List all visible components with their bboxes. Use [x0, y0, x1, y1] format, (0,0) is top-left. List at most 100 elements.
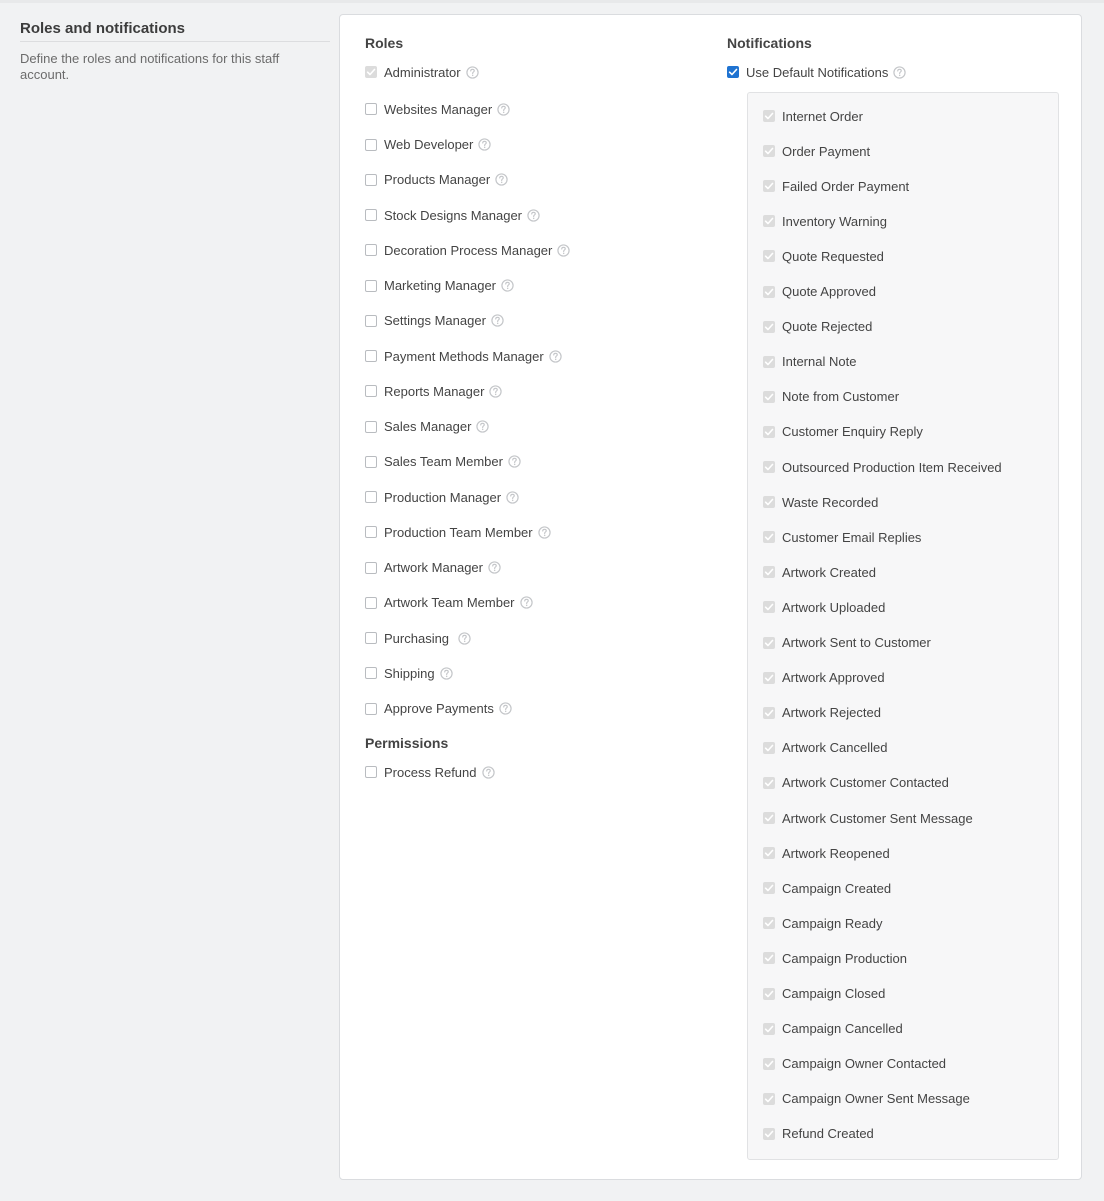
checkbox-label: Campaign Owner Contacted: [782, 1056, 947, 1072]
checkbox[interactable]: [365, 350, 377, 362]
role-checkbox-marketing-manager[interactable]: Marketing Manager: [365, 276, 514, 296]
check-icon: [764, 427, 774, 437]
help-icon[interactable]: [499, 702, 512, 715]
checkbox[interactable]: [365, 596, 377, 609]
help-icon[interactable]: [488, 561, 501, 574]
help-icon[interactable]: [465, 65, 479, 79]
role-checkbox-websites-manager[interactable]: Websites Manager: [365, 99, 510, 119]
checkbox[interactable]: [365, 279, 377, 292]
check-icon: [764, 322, 774, 332]
checkbox-label: Approve Payments: [384, 701, 494, 716]
checkbox[interactable]: [365, 173, 377, 186]
checkbox[interactable]: [365, 702, 377, 715]
checkbox[interactable]: [365, 667, 377, 680]
checkbox[interactable]: [365, 385, 377, 398]
help-icon[interactable]: [519, 596, 533, 609]
checkbox-label: Campaign Created: [782, 880, 892, 896]
checkbox[interactable]: [365, 455, 377, 468]
checkbox[interactable]: [365, 420, 377, 433]
role-checkbox-web-developer[interactable]: Web Developer: [365, 135, 492, 155]
help-icon[interactable]: [481, 765, 495, 779]
role-checkbox-purchasing[interactable]: Purchasing: [365, 628, 471, 648]
checkbox: [763, 250, 775, 263]
section-sidebar: Roles and notifications Define the roles…: [20, 20, 330, 83]
checkbox[interactable]: [365, 103, 377, 116]
checkbox: [763, 1127, 775, 1140]
check-icon: [764, 392, 774, 402]
checkbox-label: Artwork Manager: [384, 560, 483, 575]
help-icon[interactable]: [476, 420, 490, 433]
help-icon[interactable]: [549, 349, 562, 363]
checkbox: [763, 706, 775, 719]
checkbox[interactable]: [365, 632, 377, 644]
checkbox: [763, 741, 775, 754]
role-checkbox-payment-methods-manager[interactable]: Payment Methods Manager: [365, 346, 562, 366]
checkbox[interactable]: [365, 766, 377, 778]
checkbox-label: Use Default Notifications: [746, 64, 889, 80]
help-icon[interactable]: [537, 526, 551, 539]
checkbox[interactable]: [365, 244, 377, 257]
checkbox[interactable]: [365, 314, 377, 327]
role-checkbox-shipping[interactable]: Shipping: [365, 663, 453, 683]
check-icon: [764, 883, 774, 893]
checkbox-label: Artwork Team Member: [384, 595, 515, 611]
checkbox-label: Products Manager: [384, 172, 491, 188]
role-checkbox-decoration-process-manager[interactable]: Decoration Process Manager: [365, 240, 571, 260]
checkbox-label: Production Team Member: [384, 524, 533, 540]
check-icon: [764, 1129, 774, 1139]
checkbox: [763, 531, 775, 544]
help-icon[interactable]: [506, 490, 519, 504]
checkbox[interactable]: [727, 66, 739, 78]
notifications-panel: Internet Order Order Payment Failed Order …: [747, 92, 1059, 1160]
check-icon: [764, 848, 774, 858]
role-checkbox-approve-payments[interactable]: Approve Payments: [365, 699, 512, 719]
help-icon[interactable]: [497, 103, 510, 116]
checkbox-label: Campaign Production: [782, 950, 908, 966]
checkbox[interactable]: [365, 491, 377, 503]
help-icon[interactable]: [501, 279, 514, 292]
check-icon: [764, 111, 774, 121]
checkbox[interactable]: [365, 561, 377, 574]
help-icon[interactable]: [458, 631, 471, 645]
help-icon[interactable]: [478, 138, 492, 151]
help-icon[interactable]: [557, 244, 571, 257]
role-checkbox-sales-manager[interactable]: Sales Manager: [365, 417, 490, 437]
role-checkbox-settings-manager[interactable]: Settings Manager: [365, 311, 504, 331]
role-checkbox-administrator: Administrator: [365, 62, 479, 82]
checkbox-label: Websites Manager: [384, 101, 493, 117]
checkbox[interactable]: [365, 138, 377, 151]
role-checkbox-artwork-manager[interactable]: Artwork Manager: [365, 558, 501, 578]
notification-checkbox-campaign-owner-sent-message: Campaign Owner Sent Message: [763, 1089, 970, 1109]
help-icon[interactable]: [439, 667, 453, 680]
notification-checkbox-failed-order-payment: Failed Order Payment: [763, 176, 909, 196]
permission-checkbox-process-refund[interactable]: Process Refund: [365, 762, 495, 782]
help-icon[interactable]: [893, 65, 907, 79]
role-checkbox-artwork-team-member[interactable]: Artwork Team Member: [365, 593, 533, 613]
role-checkbox-sales-team-member[interactable]: Sales Team Member: [365, 452, 521, 472]
notification-checkbox-campaign-created: Campaign Created: [763, 878, 891, 898]
check-icon: [764, 1024, 774, 1034]
checkbox[interactable]: [365, 209, 377, 221]
help-icon[interactable]: [489, 385, 503, 398]
notification-checkbox-artwork-sent-to-customer: Artwork Sent to Customer: [763, 633, 931, 653]
checkbox: [763, 110, 775, 122]
checkbox: [763, 461, 775, 473]
role-checkbox-production-team-member[interactable]: Production Team Member: [365, 522, 551, 542]
help-icon[interactable]: [495, 173, 508, 186]
check-icon: [764, 638, 774, 648]
check-icon: [764, 918, 774, 928]
help-icon[interactable]: [527, 208, 540, 222]
help-icon[interactable]: [508, 455, 521, 468]
checkbox[interactable]: [365, 526, 377, 539]
checkbox: [763, 812, 775, 824]
checkbox-label: Reports Manager: [384, 383, 485, 399]
checkbox-label: Payment Methods Manager: [384, 348, 544, 364]
role-checkbox-products-manager[interactable]: Products Manager: [365, 170, 508, 190]
help-icon[interactable]: [491, 314, 504, 327]
check-icon: [764, 813, 774, 823]
role-checkbox-reports-manager[interactable]: Reports Manager: [365, 381, 503, 401]
notification-checkbox-internal-note: Internal Note: [763, 352, 856, 372]
use-default-notifications-checkbox[interactable]: Use Default Notifications: [727, 62, 907, 82]
role-checkbox-stock-designs-manager[interactable]: Stock Designs Manager: [365, 205, 540, 225]
role-checkbox-production-manager[interactable]: Production Manager: [365, 487, 519, 507]
